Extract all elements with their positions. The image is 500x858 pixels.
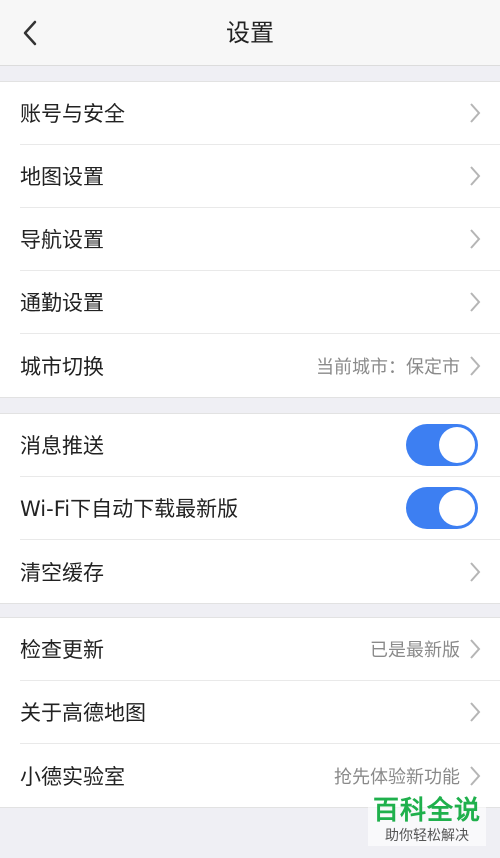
row-label: 城市切换 [20,354,104,379]
row-label: 关于高德地图 [20,701,146,725]
toggle-knob [439,490,475,526]
settings-group-about: 检查更新 已是最新版 关于高德地图 小德实验室 抢先体验新功能 [0,617,500,808]
row-about-amap[interactable]: 关于高德地图 [20,681,500,744]
row-label: Wi-Fi下自动下载最新版 [20,497,239,521]
row-label: 账号与安全 [20,102,125,126]
row-wifi-auto-download: Wi-Fi下自动下载最新版 [20,477,500,540]
row-clear-cache[interactable]: 清空缓存 [20,540,500,603]
chevron-right-icon [468,355,482,377]
settings-group-account: 账号与安全 地图设置 导航设置 通勤设置 城市切换 当前城市：保定市 [0,81,500,398]
row-commute-settings[interactable]: 通勤设置 [20,271,500,334]
row-push-notifications: 消息推送 [20,414,500,477]
chevron-right-icon [468,561,482,583]
toggle-knob [439,427,475,463]
row-label: 清空缓存 [20,560,104,585]
row-map-settings[interactable]: 地图设置 [20,145,500,208]
row-city-switch[interactable]: 城市切换 当前城市：保定市 [20,334,500,397]
chevron-right-icon [468,228,482,250]
wifi-auto-download-toggle[interactable] [406,487,478,529]
row-navigation-settings[interactable]: 导航设置 [20,208,500,271]
row-check-update[interactable]: 检查更新 已是最新版 [20,618,500,681]
row-label: 导航设置 [20,228,104,252]
current-city-value: 当前城市：保定市 [316,356,460,378]
lab-value: 抢先体验新功能 [334,766,460,788]
watermark-sub-text: 助你轻松解决 [385,828,469,844]
chevron-right-icon [468,165,482,187]
row-label: 小德实验室 [20,764,125,789]
row-label: 通勤设置 [20,291,104,315]
settings-group-prefs: 消息推送 Wi-Fi下自动下载最新版 清空缓存 [0,413,500,604]
top-bar: 设置 [0,0,500,66]
row-label: 检查更新 [20,638,104,662]
push-notifications-toggle[interactable] [406,424,478,466]
chevron-right-icon [468,765,482,787]
chevron-right-icon [468,638,482,660]
row-label: 地图设置 [20,165,104,189]
chevron-right-icon [468,701,482,723]
row-account-security[interactable]: 账号与安全 [20,82,500,145]
chevron-right-icon [468,102,482,124]
update-status-value: 已是最新版 [370,640,460,661]
row-label: 消息推送 [20,434,104,458]
chevron-right-icon [468,291,482,313]
watermark-logo: 百科全说 助你轻松解决 [368,796,486,846]
watermark-main-text: 百科全说 [372,796,481,826]
page-title: 设置 [226,19,274,47]
